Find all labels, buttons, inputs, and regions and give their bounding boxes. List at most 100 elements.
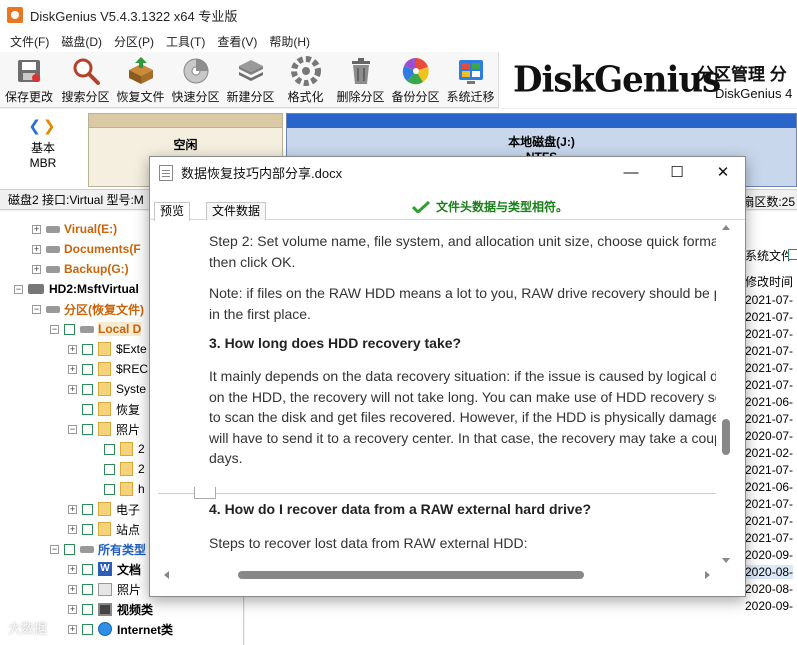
system-migration-button[interactable]: 系统迁移 <box>443 52 498 108</box>
tree-item-folder[interactable]: + 站点 <box>68 519 140 539</box>
dialog-titlebar[interactable]: 数据恢复技巧内部分享.docx — ☐ ✕ <box>150 157 745 188</box>
expand-icon[interactable]: + <box>68 604 77 614</box>
tree-checkbox[interactable] <box>82 623 93 635</box>
tree-item-folder[interactable]: 恢复 <box>82 399 140 419</box>
expand-icon[interactable]: + <box>68 364 77 374</box>
tree-checkbox[interactable] <box>82 423 93 435</box>
scroll-right-icon[interactable] <box>705 571 710 579</box>
expand-icon[interactable]: + <box>68 504 77 514</box>
scroll-left-icon[interactable] <box>164 571 169 579</box>
menu-tools[interactable]: 工具(T) <box>160 33 211 50</box>
tree-checkbox[interactable] <box>64 323 75 335</box>
expand-icon[interactable]: + <box>32 264 41 274</box>
backup-partition-button[interactable]: 备份分区 <box>388 52 443 108</box>
delete-partition-button[interactable]: 删除分区 <box>333 52 388 108</box>
tree-checkbox[interactable] <box>64 543 75 555</box>
tree-item-folder[interactable]: 2 <box>104 439 145 459</box>
menu-help[interactable]: 帮助(H) <box>263 33 316 50</box>
tab-preview[interactable]: 预览 <box>154 202 191 221</box>
menu-view[interactable]: 查看(V) <box>211 33 263 50</box>
expand-icon[interactable]: + <box>32 224 41 234</box>
tree-item-folder[interactable]: + Syste <box>68 379 146 399</box>
expand-icon[interactable]: + <box>68 624 77 634</box>
tree-item-folder[interactable]: + 电子 <box>68 499 140 519</box>
tree-checkbox[interactable] <box>82 523 93 535</box>
menu-file[interactable]: 文件(F) <box>4 33 55 50</box>
save-changes-button[interactable]: 保存更改 <box>0 52 58 108</box>
horizontal-scrollbar[interactable] <box>158 567 716 584</box>
preview-heading: 4. How do I recover data from a RAW exte… <box>209 501 591 517</box>
close-button[interactable]: ✕ <box>700 157 746 188</box>
expand-icon[interactable]: + <box>68 384 77 394</box>
tree-checkbox[interactable] <box>82 603 93 615</box>
tree-checkbox[interactable] <box>82 363 93 375</box>
tree-item-folder[interactable]: h <box>104 479 145 499</box>
expand-icon[interactable]: + <box>68 584 77 594</box>
recover-files-button[interactable]: 恢复文件 <box>113 52 168 108</box>
system-files-option: 系统文件 <box>745 249 794 263</box>
column-modified-time[interactable]: 修改时间 <box>745 273 793 290</box>
expand-icon[interactable]: + <box>68 564 77 574</box>
file-modified-date: 2021-07- <box>745 412 794 426</box>
tree-item-label: 分区(恢复文件) <box>64 302 144 317</box>
collapse-icon[interactable]: − <box>50 324 59 334</box>
tree-item-all-types[interactable]: − 所有类型 <box>50 539 146 559</box>
tree-item-local-d[interactable]: − Local D <box>50 319 142 339</box>
file-modified-date: 2020-08- <box>745 582 794 596</box>
tree-item-folder[interactable]: − 照片 <box>68 419 140 439</box>
new-partition-button[interactable]: 新建分区 <box>223 52 278 108</box>
tree-item-folder[interactable]: 2 <box>104 459 145 479</box>
tree-checkbox[interactable] <box>82 563 93 575</box>
search-partition-button[interactable]: 搜索分区 <box>58 52 113 108</box>
vertical-scroll-thumb[interactable] <box>722 419 730 455</box>
tree-item-photos-type[interactable]: + 照片 <box>68 579 141 599</box>
collapse-icon[interactable]: − <box>14 284 23 294</box>
folder-icon <box>120 462 133 476</box>
tree-item-documents[interactable]: + Documents(F <box>32 239 141 259</box>
chevron-left-icon[interactable]: ❮ <box>28 118 43 135</box>
quick-partition-button[interactable]: 快速分区 <box>168 52 223 108</box>
collapse-icon[interactable]: − <box>68 424 77 434</box>
tree-checkbox[interactable] <box>104 443 115 455</box>
tree-item-documents-type[interactable]: + W 文档 <box>68 559 141 579</box>
menu-disk[interactable]: 磁盘(D) <box>55 33 108 50</box>
document-preview[interactable]: Step 2: Set volume name, file system, an… <box>158 221 716 567</box>
folder-icon <box>98 502 111 516</box>
system-files-checkbox[interactable] <box>788 249 797 260</box>
tree-item-folder[interactable]: + $Exte <box>68 339 147 359</box>
tree-checkbox[interactable] <box>82 383 93 395</box>
tree-checkbox[interactable] <box>82 583 93 595</box>
tree-checkbox[interactable] <box>82 343 93 355</box>
tree-checkbox[interactable] <box>104 483 115 495</box>
tree-item-hd2[interactable]: − HD2:MsftVirtual <box>14 279 139 299</box>
tree-checkbox[interactable] <box>104 463 115 475</box>
minimize-button[interactable]: — <box>608 157 654 188</box>
free-space-label: 空闲 <box>173 138 198 152</box>
scroll-up-icon[interactable] <box>722 225 730 230</box>
tree-item-backup[interactable]: + Backup(G:) <box>32 259 129 279</box>
expand-icon[interactable]: + <box>32 244 41 254</box>
tree-checkbox[interactable] <box>82 403 93 415</box>
maximize-button[interactable]: ☐ <box>654 157 700 188</box>
chevron-right-icon[interactable]: ❯ <box>43 118 58 135</box>
collapse-icon[interactable]: − <box>50 544 59 554</box>
collapse-icon[interactable]: − <box>32 304 41 314</box>
menu-partition[interactable]: 分区(P) <box>108 33 160 50</box>
tree-item-video-type[interactable]: + 视频类 <box>68 599 153 619</box>
save-icon <box>18 60 40 82</box>
tab-file-data[interactable]: 文件数据 <box>206 202 267 220</box>
scroll-down-icon[interactable] <box>722 558 730 563</box>
tree-item-virual[interactable]: + Virual(E:) <box>32 219 117 239</box>
tree-item-folder[interactable]: + $REC <box>68 359 148 379</box>
horizontal-scroll-thumb[interactable] <box>238 571 584 579</box>
tree-checkbox[interactable] <box>82 503 93 515</box>
format-button[interactable]: 格式化 <box>278 52 333 108</box>
tree-item-internet-type[interactable]: + Internet类 <box>68 619 173 639</box>
brand-subslogan: DiskGenius 4 <box>715 86 793 101</box>
expand-icon[interactable]: + <box>68 344 77 354</box>
toolbar-label: 格式化 <box>287 90 324 104</box>
vertical-scrollbar[interactable] <box>718 221 734 567</box>
tree-item-partition-recover[interactable]: − 分区(恢复文件) <box>32 299 144 319</box>
expand-icon[interactable]: + <box>68 524 77 534</box>
preview-paragraph: in the first place. <box>209 305 311 322</box>
